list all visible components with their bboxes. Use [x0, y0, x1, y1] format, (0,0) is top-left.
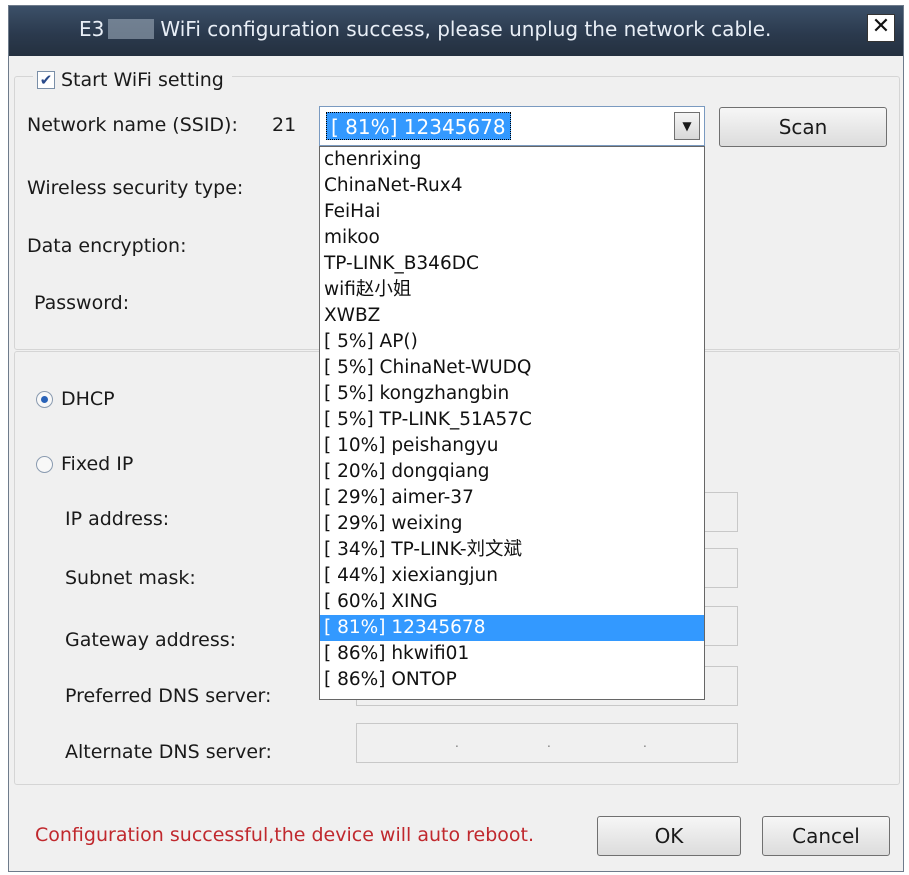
ssid-dropdown-list[interactable]: chenrixing ChinaNet-Rux4 FeiHai mikoo TP-LIN…	[319, 146, 705, 700]
scan-button[interactable]: Scan	[719, 107, 887, 147]
start-wifi-label: Start WiFi setting	[61, 69, 224, 91]
close-button[interactable]: ✕	[867, 14, 895, 42]
title-message: WiFi configuration success, please unplu…	[160, 17, 772, 41]
title-prefix: E3	[79, 17, 105, 41]
ssid-option[interactable]: mikoo	[320, 225, 704, 251]
data-encryption-label: Data encryption:	[27, 235, 187, 257]
ssid-option[interactable]: XWBZ	[320, 303, 704, 329]
ssid-option[interactable]: [ 10%] peishangyu	[320, 433, 704, 459]
wifi-config-dialog: E3 WiFi configuration success, please unp…	[8, 5, 904, 872]
ip-octet-dot: .	[455, 736, 459, 750]
status-message: Configuration successful,the device will…	[35, 824, 535, 846]
ssid-label: Network name (SSID):	[27, 114, 238, 136]
ssid-option[interactable]: chenrixing	[320, 147, 704, 173]
alternate-dns-label: Alternate DNS server:	[65, 741, 272, 763]
ssid-option[interactable]: [ 29%] aimer-37	[320, 485, 704, 511]
start-wifi-checkbox-row[interactable]: ✔ Start WiFi setting	[33, 66, 232, 94]
ip-address-label: IP address:	[65, 508, 170, 530]
check-mark-icon: ✔	[39, 71, 53, 89]
ssid-option[interactable]: [ 5%] kongzhangbin	[320, 381, 704, 407]
fixed-ip-label: Fixed IP	[61, 453, 134, 475]
dropdown-arrow-button[interactable]: ▼	[674, 112, 700, 140]
dhcp-radio-row[interactable]: DHCP	[36, 388, 115, 410]
ssid-option[interactable]: [ 5%] AP()	[320, 329, 704, 355]
ip-octet-dot: .	[643, 736, 647, 750]
ssid-option[interactable]: [ 20%] dongqiang	[320, 459, 704, 485]
dhcp-label: DHCP	[61, 388, 115, 410]
ssid-option[interactable]: [ 34%] TP-LINK-刘文斌	[320, 537, 704, 563]
dhcp-radio[interactable]	[36, 390, 53, 408]
close-icon: ✕	[871, 14, 891, 39]
password-label: Password:	[34, 292, 130, 314]
ssid-option[interactable]: [ 60%] XING	[320, 589, 704, 615]
fixed-ip-radio-row[interactable]: Fixed IP	[36, 453, 133, 475]
preferred-dns-label: Preferred DNS server:	[65, 685, 272, 707]
ssid-option[interactable]: TP-LINK_B346DC	[320, 251, 704, 277]
ip-octet-dot: .	[547, 736, 551, 750]
ok-button[interactable]: OK	[597, 816, 741, 856]
triangle-down-icon: ▼	[682, 119, 692, 133]
redacted-block	[108, 19, 155, 39]
ssid-selected-value: [ 81%] 12345678	[326, 112, 511, 140]
ssid-option[interactable]: [ 86%] hkwifi01	[320, 641, 704, 667]
fixed-ip-radio[interactable]	[36, 455, 53, 473]
ssid-option[interactable]: [ 5%] TP-LINK_51A57C	[320, 407, 704, 433]
ssid-option[interactable]: [ 29%] weixing	[320, 511, 704, 537]
ssid-option[interactable]: ChinaNet-Rux4	[320, 173, 704, 199]
ssid-option[interactable]: [ 86%] ONTOP	[320, 667, 704, 693]
subnet-mask-label: Subnet mask:	[65, 567, 196, 589]
ssid-option[interactable]: wifi赵小姐	[320, 277, 704, 303]
ssid-count: 21	[272, 114, 297, 136]
ssid-option[interactable]: [ 5%] ChinaNet-WUDQ	[320, 355, 704, 381]
ssid-option[interactable]: FeiHai	[320, 199, 704, 225]
title-bar: E3 WiFi configuration success, please unp…	[9, 6, 903, 56]
ssid-option[interactable]: [ 81%] 12345678	[320, 615, 704, 641]
start-wifi-checkbox[interactable]: ✔	[37, 71, 55, 89]
security-type-label: Wireless security type:	[27, 177, 244, 199]
gateway-label: Gateway address:	[65, 629, 237, 651]
ssid-combobox[interactable]: [ 81%] 12345678 ▼	[319, 106, 705, 146]
cancel-button[interactable]: Cancel	[762, 816, 890, 856]
alternate-dns-field: . . .	[356, 723, 738, 763]
ssid-option[interactable]: [ 44%] xiexiangjun	[320, 563, 704, 589]
window-title: E3 WiFi configuration success, please unp…	[79, 17, 771, 41]
